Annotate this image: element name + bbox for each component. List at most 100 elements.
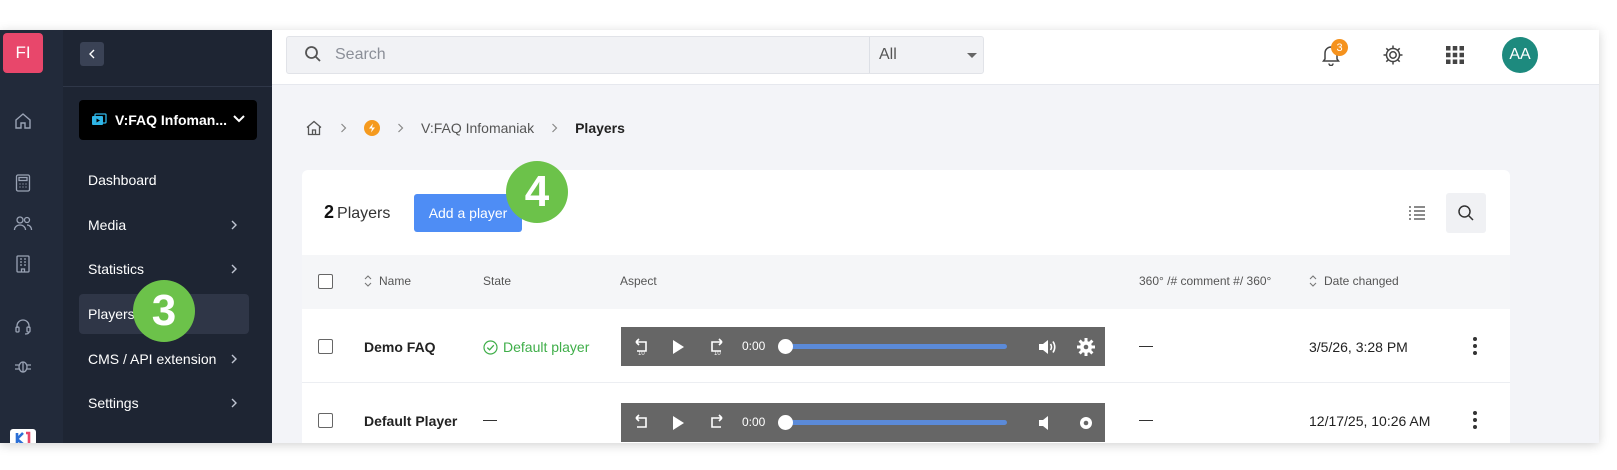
rewind-10-icon[interactable] — [630, 412, 652, 434]
svg-text:10: 10 — [714, 351, 721, 356]
player-time: 0:00 — [742, 339, 766, 353]
rewind-10-icon[interactable]: 10 — [630, 336, 652, 358]
building-icon[interactable] — [12, 253, 34, 275]
player-state-label: Default player — [503, 339, 590, 355]
chevron-right-icon — [551, 123, 558, 133]
column-header-comment: 360° /# comment #/ 360° — [1139, 274, 1272, 288]
user-avatar[interactable]: AA — [1502, 37, 1538, 73]
chevron-right-icon — [397, 123, 404, 133]
add-player-button[interactable]: Add a player — [414, 194, 522, 232]
volume-icon[interactable] — [1036, 336, 1058, 358]
volume-icon[interactable] — [1036, 412, 1058, 434]
channel-name: V:FAQ Infoman... — [115, 112, 228, 128]
chevron-right-icon — [231, 264, 237, 274]
caret-down-icon — [967, 53, 977, 58]
apps-menu-button[interactable] — [1442, 42, 1468, 68]
forward-10-icon[interactable] — [706, 412, 728, 434]
list-settings-icon — [1409, 206, 1425, 220]
table-row[interactable]: Demo FAQ Default player 10 10 0:00 — 3/5… — [302, 309, 1510, 383]
grid-icon — [1446, 46, 1464, 64]
player-time: 0:00 — [742, 415, 766, 429]
calculator-icon[interactable] — [12, 172, 34, 194]
icon-rail: FI — [0, 30, 63, 443]
player-settings-gear-icon[interactable] — [1075, 336, 1097, 358]
row-menu-icon[interactable] — [1472, 337, 1478, 355]
chevron-right-icon — [231, 398, 237, 408]
infomaniak-logo-icon — [10, 429, 36, 443]
progress-bar[interactable] — [785, 344, 1007, 349]
breadcrumb-current: Players — [575, 120, 625, 136]
search-divider — [869, 37, 870, 73]
play-icon[interactable] — [667, 412, 689, 434]
chevron-right-icon — [231, 220, 237, 230]
home-icon[interactable] — [12, 110, 34, 132]
sort-icon — [364, 275, 372, 287]
sidebar-item-cms-api-extension[interactable]: CMS / API extension — [79, 339, 249, 379]
search-scope-select[interactable]: All — [879, 37, 983, 73]
notifications-button[interactable]: 3 — [1318, 39, 1348, 68]
channel-icon — [92, 113, 107, 125]
breadcrumb-channel[interactable]: V:FAQ Infomaniak — [421, 120, 534, 136]
column-header-name[interactable]: Name — [364, 274, 411, 288]
sidebar-divider — [63, 86, 272, 87]
player-comment: — — [1139, 411, 1153, 427]
row-checkbox[interactable] — [318, 339, 333, 354]
player-state: Default player — [483, 339, 589, 355]
row-checkbox[interactable] — [318, 413, 333, 428]
breadcrumb-home-icon[interactable] — [305, 119, 323, 137]
search-input[interactable] — [335, 37, 855, 73]
row-menu-icon[interactable] — [1472, 411, 1478, 429]
sidebar-item-media[interactable]: Media — [79, 205, 249, 245]
player-date: 3/5/26, 3:28 PM — [1309, 339, 1408, 355]
player-name[interactable]: Default Player — [364, 413, 457, 429]
column-header-date[interactable]: Date changed — [1309, 274, 1399, 288]
search-icon — [1458, 205, 1474, 221]
player-preview: 10 10 0:00 — [621, 327, 1105, 366]
app-window: FI V:FAQ Infoman... Dashboard Media Stat… — [0, 30, 1599, 443]
sidebar-item-dashboard[interactable]: Dashboard — [79, 160, 249, 200]
headset-icon[interactable] — [12, 315, 34, 337]
sidebar-item-label: Statistics — [88, 261, 145, 277]
player-comment: — — [1139, 337, 1153, 353]
step-marker-4: 4 — [506, 161, 568, 223]
chevron-left-icon — [89, 49, 95, 59]
column-header-aspect: Aspect — [620, 274, 657, 288]
column-label: Date changed — [1324, 274, 1399, 288]
table-header: Name State Aspect 360° /# comment #/ 360… — [302, 255, 1510, 309]
settings-button[interactable] — [1380, 42, 1406, 68]
search-bar: All — [286, 36, 984, 74]
bug-icon[interactable] — [12, 356, 34, 378]
select-all-checkbox[interactable] — [318, 274, 333, 289]
app-logo[interactable]: FI — [3, 33, 43, 73]
progress-bar[interactable] — [785, 420, 1007, 425]
channel-selector[interactable]: V:FAQ Infoman... — [79, 100, 257, 140]
players-count-label: Players — [337, 205, 391, 222]
table-row[interactable]: Default Player — 0:00 — 12/17/25, 10:26 … — [302, 383, 1510, 443]
forward-10-icon[interactable]: 10 — [706, 336, 728, 358]
collapse-sidebar-button[interactable] — [80, 42, 104, 66]
breadcrumb: V:FAQ Infomaniak Players — [305, 118, 625, 138]
progress-handle[interactable] — [778, 415, 793, 430]
sidebar-item-label: Settings — [88, 395, 139, 411]
player-preview: 0:00 — [621, 403, 1105, 442]
table-search-button[interactable] — [1446, 193, 1486, 233]
sidebar-item-label: Players — [88, 306, 135, 322]
step-marker-3: 3 — [133, 280, 195, 342]
players-card: 2 Players Add a player Name State Aspect … — [302, 170, 1510, 443]
progress-handle[interactable] — [778, 339, 793, 354]
player-settings-gear-icon[interactable] — [1075, 412, 1097, 434]
users-icon[interactable] — [12, 212, 34, 234]
column-label: Name — [379, 274, 412, 288]
players-count-number: 2 — [324, 202, 335, 222]
player-name[interactable]: Demo FAQ — [364, 339, 436, 355]
search-scope-value: All — [879, 46, 897, 63]
play-icon[interactable] — [667, 336, 689, 358]
gear-icon — [1383, 45, 1403, 65]
chevron-right-icon — [231, 354, 237, 364]
sidebar-item-settings[interactable]: Settings — [79, 383, 249, 423]
player-date: 12/17/25, 10:26 AM — [1309, 413, 1431, 429]
column-settings-button[interactable] — [1397, 193, 1437, 233]
players-count: 2 Players — [324, 202, 390, 223]
breadcrumb-product-icon[interactable] — [364, 120, 380, 136]
column-header-state: State — [483, 274, 512, 288]
